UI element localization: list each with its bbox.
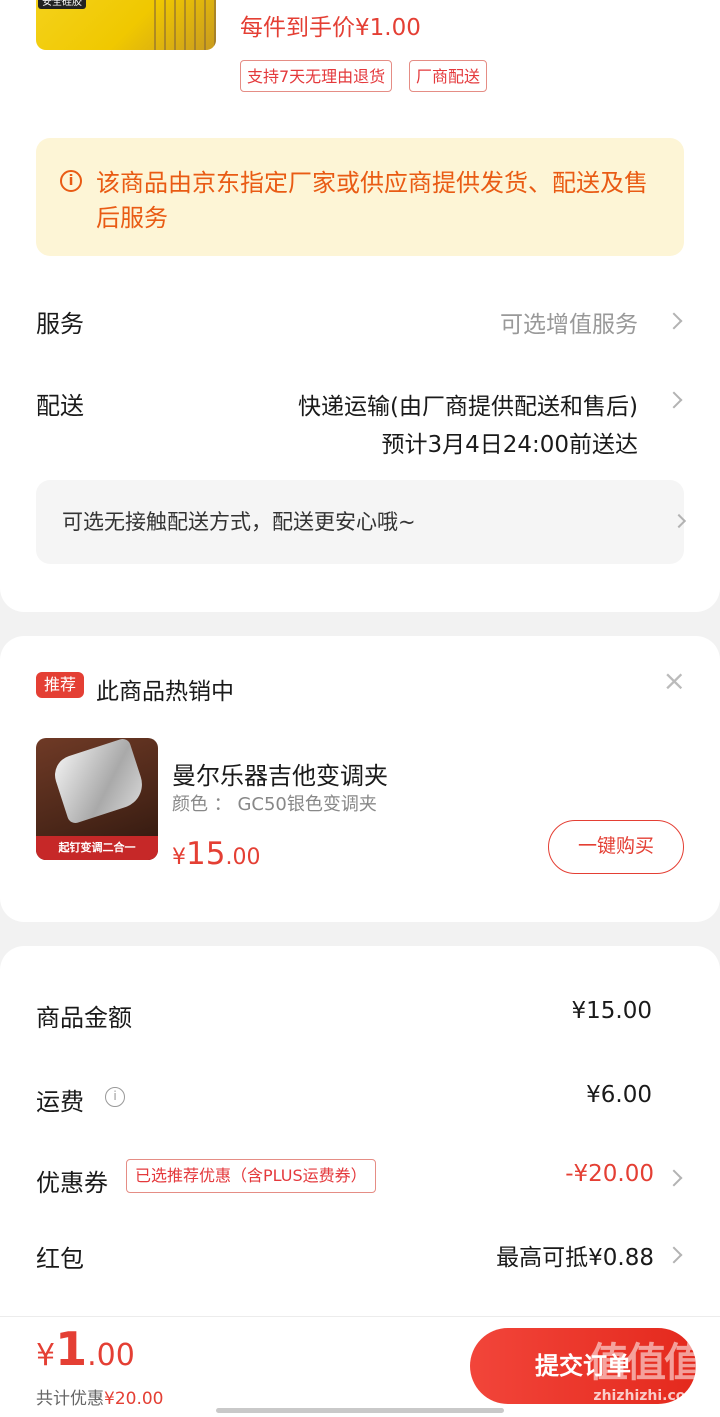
info-icon[interactable]: i xyxy=(105,1087,125,1107)
contactless-text: 可选无接触配送方式，配送更安心哦~ xyxy=(62,510,416,534)
close-icon[interactable]: × xyxy=(663,664,686,697)
discount-label: 共计优惠 xyxy=(36,1389,104,1409)
shipping-value: ¥6.00 xyxy=(586,1082,652,1108)
return-policy-chip: 支持7天无理由退货 xyxy=(240,60,393,92)
coupon-value[interactable]: -¥20.00 xyxy=(565,1161,654,1187)
price-integer: 15 xyxy=(186,836,226,872)
recommend-product-price: ¥15.00 xyxy=(172,836,260,872)
capo-graphic xyxy=(49,738,149,826)
total-price-decimal: .00 xyxy=(87,1338,135,1373)
vendor-delivery-chip: 厂商配送 xyxy=(409,60,488,92)
goods-amount-label: 商品金额 xyxy=(36,1004,132,1032)
total-discount: 共计优惠¥20.00 xyxy=(36,1384,163,1409)
order-card: 安全硅胶 每件到手价¥1.00 支持7天无理由退货 厂商配送 i 该商品由京东指… xyxy=(0,0,720,612)
home-indicator[interactable] xyxy=(216,1408,504,1413)
vendor-notice: i 该商品由京东指定厂家或供应商提供发货、配送及售后服务 xyxy=(36,138,684,256)
watermark-domain: zhizhizhi.com xyxy=(593,1388,700,1404)
image-tag: 安全硅胶 xyxy=(38,0,86,9)
chevron-right-icon xyxy=(665,312,683,330)
currency-symbol: ¥ xyxy=(36,1338,56,1373)
top-product-image[interactable]: 安全硅胶 xyxy=(36,0,216,50)
each-price: 每件到手价¥1.00 xyxy=(240,15,421,41)
recommend-product-name[interactable]: 曼尔乐器吉他变调夹 xyxy=(172,756,388,791)
recommend-badge: 推荐 xyxy=(36,672,84,698)
discount-amount: ¥20.00 xyxy=(104,1389,164,1409)
total-price-integer: 1 xyxy=(55,1322,88,1376)
delivery-eta: 预计3月4日24:00前送达 xyxy=(381,432,638,458)
service-value[interactable]: 可选增值服务 xyxy=(500,305,638,339)
product-image-caption: 起钉变调二合一 xyxy=(36,836,158,860)
recommend-title: 此商品热销中 xyxy=(96,679,234,705)
one-click-buy-button[interactable]: 一键购买 xyxy=(548,820,684,874)
recommend-product-variant: 颜色 ： GC50银色变调夹 xyxy=(172,794,377,815)
goods-amount-value: ¥15.00 xyxy=(571,998,652,1024)
guitar-strings-graphic xyxy=(146,0,216,50)
chevron-right-icon xyxy=(665,391,683,409)
delivery-method[interactable]: 快递运输(由厂商提供配送和售后) xyxy=(298,387,638,421)
currency-symbol: ¥ xyxy=(172,845,186,870)
red-packet-label: 红包 xyxy=(36,1245,84,1273)
price-decimal: .00 xyxy=(225,845,261,870)
watermark-logo: 值值值 xyxy=(588,1340,704,1386)
info-icon: i xyxy=(60,170,82,192)
coupon-label: 优惠券 xyxy=(36,1169,108,1197)
delivery-label: 配送 xyxy=(36,392,84,420)
notice-text: 该商品由京东指定厂家或供应商提供发货、配送及售后服务 xyxy=(96,169,648,232)
recommend-product-image[interactable]: 起钉变调二合一 xyxy=(36,738,158,860)
total-price: ¥1.00 xyxy=(36,1322,135,1376)
coupon-tag[interactable]: 已选推荐优惠（含PLUS运费券） xyxy=(126,1159,376,1193)
contactless-delivery-option[interactable]: 可选无接触配送方式，配送更安心哦~ xyxy=(36,480,684,564)
shipping-label: 运费 xyxy=(36,1088,84,1116)
red-packet-value[interactable]: 最高可抵¥0.88 xyxy=(496,1238,654,1272)
service-label: 服务 xyxy=(36,310,84,338)
